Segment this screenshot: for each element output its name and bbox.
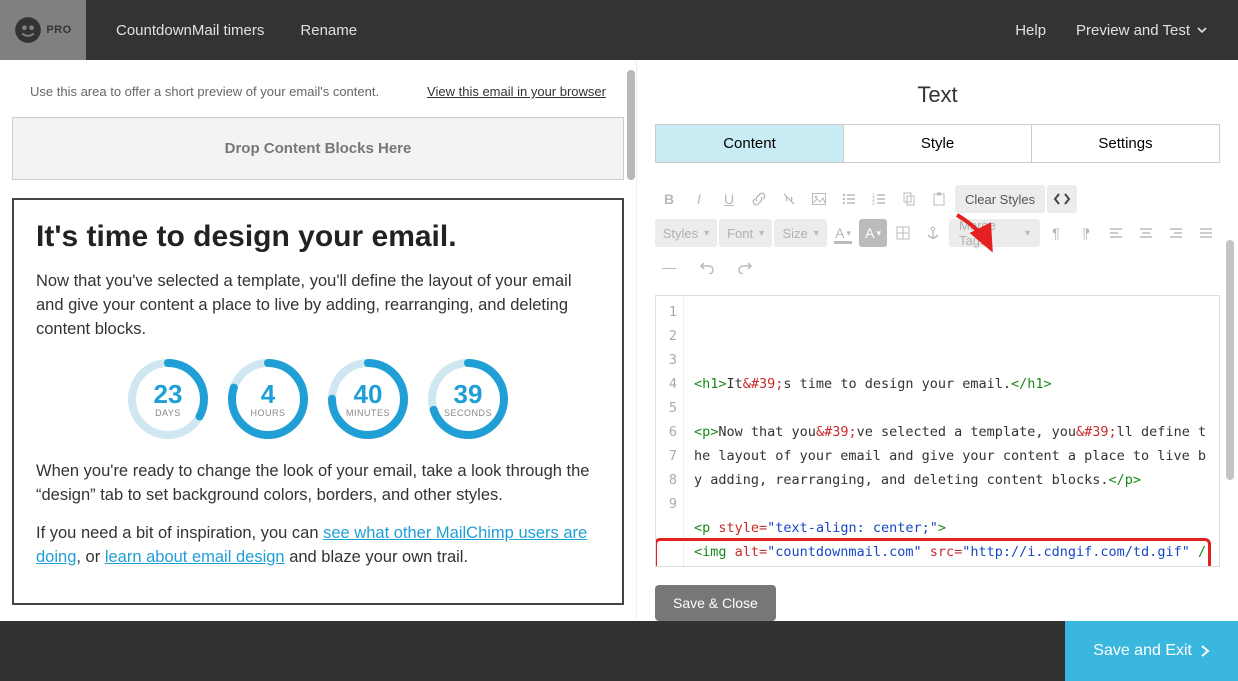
editor-toolbar-row-1: B I U 123 Clear Styles	[655, 185, 1220, 213]
redo-icon	[737, 260, 753, 274]
image-icon	[811, 191, 827, 207]
chevron-down-icon	[1196, 24, 1208, 36]
countdown-ring: 39SECONDS	[425, 356, 511, 442]
code-content[interactable]: <h1>It&#39;s time to design your email.<…	[684, 296, 1219, 566]
table-icon	[896, 226, 910, 240]
styles-dropdown[interactable]: Styles	[655, 219, 717, 247]
number-list-button[interactable]: 123	[865, 185, 893, 213]
align-left-button[interactable]	[1102, 219, 1130, 247]
code-gutter: 123456789	[656, 296, 684, 566]
table-button[interactable]	[889, 219, 917, 247]
save-close-button[interactable]: Save & Close	[655, 585, 776, 621]
email-paragraph-2: When you're ready to change the look of …	[36, 460, 600, 508]
selected-text-block[interactable]: It's time to design your email. Now that…	[12, 198, 624, 605]
paste-icon	[931, 191, 947, 207]
number-list-icon: 123	[871, 191, 887, 207]
ltr-button[interactable]: ¶	[1042, 219, 1070, 247]
tab-settings[interactable]: Settings	[1032, 125, 1219, 162]
anchor-button[interactable]	[919, 219, 947, 247]
email-paragraph-3: If you need a bit of inspiration, you ca…	[36, 522, 600, 570]
inspiration-link-2[interactable]: learn about email design	[105, 548, 285, 566]
email-heading: It's time to design your email.	[36, 220, 600, 254]
code-line[interactable]: <p style="text-align: center;">	[694, 516, 1209, 540]
link-button[interactable]	[745, 185, 773, 213]
preview-test-menu[interactable]: Preview and Test	[1076, 22, 1208, 39]
tab-style[interactable]: Style	[844, 125, 1032, 162]
anchor-icon	[926, 226, 940, 240]
pro-label: PRO	[46, 24, 71, 36]
hr-button[interactable]: —	[655, 253, 683, 281]
font-color-button[interactable]: A▾	[829, 219, 857, 247]
size-dropdown[interactable]: Size	[774, 219, 827, 247]
code-line[interactable]: <p>Now that you&#39;ve selected a templa…	[694, 420, 1209, 492]
unlink-button[interactable]	[775, 185, 803, 213]
bottom-footer: Save and Exit	[0, 621, 1238, 681]
image-button[interactable]	[805, 185, 833, 213]
code-line[interactable]: <img alt="countdownmail.com" src="http:/…	[694, 540, 1209, 567]
countdown-ring: 40MINUTES	[325, 356, 411, 442]
editor-tabs: Content Style Settings	[655, 124, 1220, 163]
countdown-timer: 23DAYS 4HOURS 40MINUTES 39SECONDS	[36, 356, 600, 442]
mailchimp-logo-icon	[14, 16, 42, 44]
save-exit-label: Save and Exit	[1093, 642, 1192, 660]
editor-panel: Text Content Style Settings B I U 123 Cl…	[636, 60, 1238, 621]
align-justify-icon	[1199, 226, 1213, 240]
source-code-editor[interactable]: 123456789 <h1>It&#39;s time to design yo…	[655, 295, 1220, 567]
source-code-button[interactable]	[1047, 185, 1077, 213]
editor-toolbar-row-3: —	[655, 253, 1220, 281]
editor-scrollbar[interactable]	[1226, 240, 1236, 551]
top-header: PRO CountdownMail timers Rename Help Pre…	[0, 0, 1238, 60]
paste-button[interactable]	[925, 185, 953, 213]
bg-color-button[interactable]: A▾	[859, 219, 887, 247]
align-justify-button[interactable]	[1192, 219, 1220, 247]
svg-text:3: 3	[872, 201, 875, 207]
undo-button[interactable]	[693, 253, 721, 281]
unlink-icon	[781, 191, 797, 207]
align-right-button[interactable]	[1162, 219, 1190, 247]
align-left-icon	[1109, 226, 1123, 240]
rtl-button[interactable]: ¶	[1072, 219, 1100, 247]
preview-test-label: Preview and Test	[1076, 22, 1190, 39]
countdown-ring: 4HOURS	[225, 356, 311, 442]
copy-icon	[901, 191, 917, 207]
align-right-icon	[1169, 226, 1183, 240]
bullet-list-button[interactable]	[835, 185, 863, 213]
panel-title: Text	[655, 82, 1220, 108]
help-link[interactable]: Help	[1015, 22, 1046, 39]
editor-toolbar-row-2: Styles Font Size A▾ A▾ Merge Tags ¶ ¶	[655, 219, 1220, 247]
link-icon	[751, 191, 767, 207]
annotation-arrow	[951, 209, 1003, 261]
email-paragraph-1: Now that you've selected a template, you…	[36, 270, 600, 342]
code-line[interactable]: <h1>It&#39;s time to design your email.<…	[694, 372, 1209, 396]
bold-button[interactable]: B	[655, 185, 683, 213]
undo-icon	[699, 260, 715, 274]
preview-scrollbar[interactable]	[626, 70, 636, 611]
code-line[interactable]	[694, 396, 1209, 420]
countdown-ring: 23DAYS	[125, 356, 211, 442]
copy-button[interactable]	[895, 185, 923, 213]
code-icon	[1053, 192, 1071, 206]
align-center-button[interactable]	[1132, 219, 1160, 247]
view-in-browser-link[interactable]: View this email in your browser	[427, 84, 606, 99]
underline-button[interactable]: U	[715, 185, 743, 213]
font-dropdown[interactable]: Font	[719, 219, 772, 247]
align-center-icon	[1139, 226, 1153, 240]
preview-pane: Use this area to offer a short preview o…	[0, 60, 636, 621]
tab-content[interactable]: Content	[656, 125, 844, 162]
rename-link[interactable]: Rename	[300, 22, 357, 39]
logo-area[interactable]: PRO	[0, 0, 86, 60]
bullet-list-icon	[841, 191, 857, 207]
redo-button[interactable]	[731, 253, 759, 281]
save-exit-button[interactable]: Save and Exit	[1065, 621, 1238, 681]
chevron-right-icon	[1200, 644, 1210, 658]
campaign-title[interactable]: CountdownMail timers	[116, 22, 264, 39]
italic-button[interactable]: I	[685, 185, 713, 213]
code-line[interactable]	[694, 492, 1209, 516]
teaser-text: Use this area to offer a short preview o…	[30, 84, 379, 99]
content-dropzone[interactable]: Drop Content Blocks Here	[12, 117, 624, 180]
